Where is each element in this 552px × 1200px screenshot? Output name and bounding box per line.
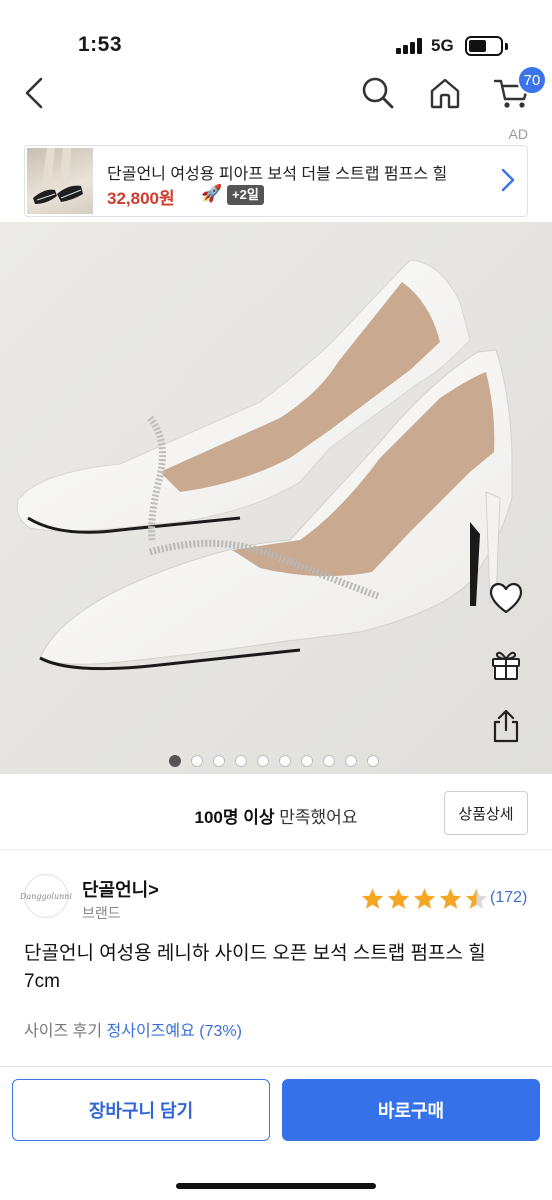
gift-button[interactable]	[484, 642, 528, 686]
star-icon	[361, 888, 384, 909]
size-review-value: 정사이즈예요 (73%)	[106, 1023, 242, 1040]
gift-icon	[492, 651, 520, 680]
wishlist-button[interactable]	[484, 576, 528, 620]
signal-icon	[396, 38, 424, 54]
pagination-dot[interactable]	[323, 755, 335, 767]
pagination-dot[interactable]	[169, 755, 181, 767]
size-review-label: 사이즈 후기	[24, 1023, 107, 1040]
size-review[interactable]: 사이즈 후기 정사이즈예요 (73%)	[24, 1017, 242, 1041]
pagination-dot[interactable]	[235, 755, 247, 767]
share-button[interactable]	[484, 704, 528, 748]
satisfaction-count: 100명 이상	[194, 808, 275, 827]
pagination-dot[interactable]	[257, 755, 269, 767]
chevron-right-icon: >	[148, 880, 159, 900]
star-icon	[465, 888, 488, 909]
add-to-cart-button[interactable]: 장바구니 담기	[12, 1079, 270, 1141]
pagination-dot[interactable]	[213, 755, 225, 767]
rating-stars[interactable]	[360, 887, 489, 911]
ad-label: AD	[508, 126, 528, 142]
star-icon	[439, 888, 462, 909]
rocket-icon: 🚀	[201, 184, 223, 203]
search-icon	[362, 77, 394, 109]
pagination-dot[interactable]	[367, 755, 379, 767]
ad-banner[interactable]: 단골언니 여성용 피아프 보석 더블 스트랩 펌프스 힐 32,800원 🚀 +…	[24, 145, 528, 217]
cart-count-badge: 70	[517, 65, 547, 95]
satisfaction-rest: 만족했어요	[274, 808, 358, 827]
pagination-dot[interactable]	[279, 755, 291, 767]
divider	[0, 849, 552, 850]
home-indicator	[176, 1183, 376, 1189]
brand-logo[interactable]: Danggolunni	[20, 874, 72, 918]
ad-thumbnail	[27, 148, 93, 214]
heart-icon	[489, 582, 523, 614]
brand-name: 단골언니	[82, 880, 149, 900]
star-icon	[413, 888, 436, 909]
buy-now-button[interactable]: 바로구매	[282, 1079, 540, 1141]
network-label: 5G	[431, 36, 454, 55]
status-time: 1:53	[78, 33, 123, 56]
share-icon	[493, 709, 519, 743]
ad-title: 단골언니 여성용 피아프 보석 더블 스트랩 펌프스 힐	[107, 166, 448, 183]
back-icon	[25, 77, 43, 109]
product-title: 단골언니 여성용 레니하 사이드 오픈 보석 스트랩 펌프스 힐 7cm	[24, 943, 486, 992]
delivery-badge: +2일	[227, 185, 264, 205]
search-button[interactable]	[357, 70, 399, 116]
pagination-dot[interactable]	[345, 755, 357, 767]
star-icon	[387, 888, 410, 909]
home-button[interactable]	[424, 70, 466, 116]
brand-link[interactable]: 단골언니>	[82, 876, 159, 902]
product-image[interactable]	[0, 222, 552, 774]
image-pagination	[169, 755, 379, 767]
brand-sub-label: 브랜드	[82, 905, 121, 921]
ad-price: 32,800원	[107, 189, 175, 208]
bottom-action-bar: 장바구니 담기 바로구매	[0, 1066, 552, 1200]
top-nav	[0, 62, 552, 124]
home-icon	[430, 78, 460, 109]
battery-tip	[505, 43, 508, 50]
back-button[interactable]	[14, 70, 54, 116]
pagination-dot[interactable]	[191, 755, 203, 767]
review-count[interactable]: (172)	[490, 889, 527, 907]
product-detail-button[interactable]: 상품상세	[444, 791, 528, 835]
shoes-illustration	[0, 222, 552, 774]
status-bar: 1:53 5G	[0, 0, 552, 62]
chevron-right-icon	[501, 168, 515, 197]
pagination-dot[interactable]	[301, 755, 313, 767]
battery-icon	[465, 36, 503, 56]
